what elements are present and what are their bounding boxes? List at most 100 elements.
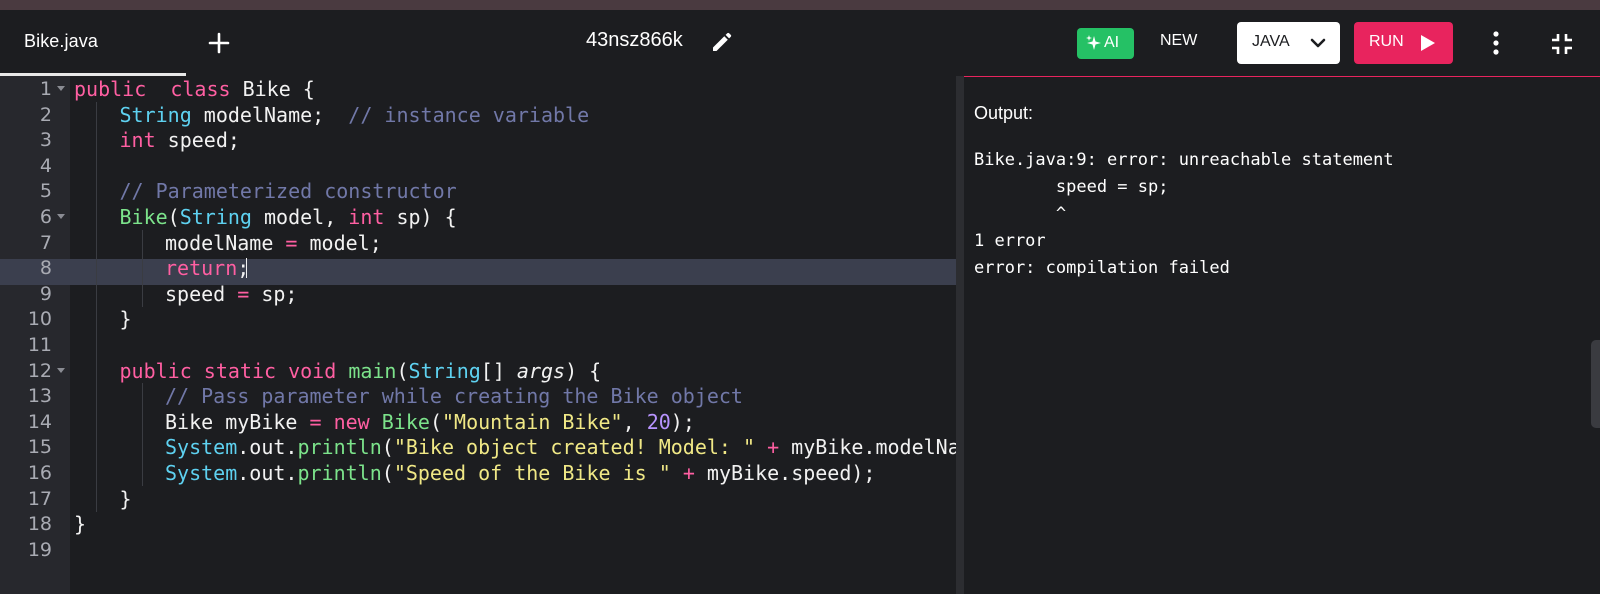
output-line: 1 error xyxy=(974,231,1046,251)
sparkle-icon xyxy=(1086,35,1101,50)
code-token: System xyxy=(165,435,238,460)
code-token: = xyxy=(237,281,250,306)
code-line: 14 Bike myBike = new Bike("Mountain Bike"… xyxy=(0,408,956,435)
code-line: 11 xyxy=(0,332,956,358)
indent-guide xyxy=(96,332,97,358)
indent-guide xyxy=(96,306,97,333)
code-text: System.out.println("Bike object created!… xyxy=(165,434,956,460)
code-token: System xyxy=(165,461,238,485)
window-top-strip xyxy=(0,0,1600,10)
code-line: 19 xyxy=(0,537,956,563)
pencil-icon xyxy=(713,32,732,51)
line-number: 1 xyxy=(39,78,52,100)
code-text: modelName = model; xyxy=(165,230,382,256)
code-token: println xyxy=(297,461,382,485)
tab-bike-java[interactable]: Bike.java xyxy=(0,10,186,76)
code-line: 10} xyxy=(0,306,956,333)
pane-divider[interactable] xyxy=(956,76,964,594)
code-line: 1 public class Bike { xyxy=(0,76,956,102)
fold-toggle-icon[interactable] xyxy=(57,367,65,373)
more-options-button[interactable] xyxy=(1485,30,1507,56)
code-token: modelName xyxy=(165,230,286,255)
run-button-label: RUN xyxy=(1369,33,1404,50)
line-number: 2 xyxy=(39,103,52,126)
line-number: 6 xyxy=(39,206,52,228)
line-number: 8 xyxy=(39,257,52,280)
code-token: sp) { xyxy=(384,205,457,229)
code-token: } xyxy=(74,512,87,537)
edit-filename-button[interactable] xyxy=(710,30,734,54)
code-token: Bike myBike xyxy=(165,409,310,434)
line-number: 15 xyxy=(27,436,52,459)
code-token: modelName; xyxy=(191,102,349,127)
plus-icon xyxy=(208,32,230,54)
indent-guide xyxy=(141,255,143,282)
code-line: 2 String modelName; // instance variable xyxy=(0,101,956,128)
code-token: "Speed of the Bike is " xyxy=(393,461,671,485)
collapse-icon xyxy=(1552,34,1572,54)
line-number: 11 xyxy=(27,334,52,356)
indent-guide xyxy=(96,280,97,307)
code-token: myBike.modelName xyxy=(791,435,956,460)
code-token: String xyxy=(408,358,481,383)
indent-guide xyxy=(96,204,97,230)
code-token: return xyxy=(165,256,238,281)
exit-fullscreen-button[interactable] xyxy=(1550,32,1574,56)
line-number: 9 xyxy=(39,282,52,305)
indent-guide xyxy=(96,434,97,461)
new-button[interactable]: NEW xyxy=(1160,32,1197,50)
indent-guide xyxy=(141,434,143,461)
line-number: 17 xyxy=(27,487,52,510)
line-number: 19 xyxy=(27,538,52,561)
language-select[interactable]: JAVA xyxy=(1237,22,1340,64)
code-token: = xyxy=(285,230,298,255)
code-token: args xyxy=(516,358,566,383)
code-line: 12 public static void main(String[] args)… xyxy=(0,357,956,384)
code-token: public xyxy=(74,77,147,101)
code-token: } xyxy=(119,486,132,511)
indent-guide xyxy=(141,383,143,410)
scrollbar-handle[interactable] xyxy=(1591,340,1600,428)
code-token: Bike xyxy=(119,205,168,229)
ai-button[interactable]: AI xyxy=(1077,28,1134,59)
line-number: 12 xyxy=(27,359,52,382)
indent-guide xyxy=(96,178,97,205)
code-token: + xyxy=(767,435,780,460)
add-tab-button[interactable] xyxy=(204,28,234,58)
output-line: speed = sp; xyxy=(974,177,1169,197)
line-number: 13 xyxy=(27,385,52,408)
code-editor[interactable]: 1 public class Bike { 2 String modelName; /… xyxy=(0,76,956,594)
fold-toggle-icon[interactable] xyxy=(57,214,65,219)
code-text: public class Bike { xyxy=(74,76,315,102)
run-button[interactable]: RUN xyxy=(1354,22,1453,64)
project-filename: 43nsz866k xyxy=(586,29,683,51)
code-token: ; xyxy=(237,256,250,281)
fold-toggle-icon[interactable] xyxy=(57,86,65,91)
indent-guide xyxy=(96,383,97,410)
line-number: 14 xyxy=(27,410,52,433)
code-token: model, xyxy=(251,205,349,229)
indent-guide xyxy=(141,229,143,256)
output-line: Bike.java:9: error: unreachable statemen… xyxy=(974,150,1394,170)
code-line: 6 Bike(String model, int sp) { xyxy=(0,204,956,230)
code-token: ( xyxy=(396,358,409,383)
code-text: } xyxy=(120,486,132,512)
kebab-menu-icon xyxy=(1493,31,1499,55)
code-token: // instance variable xyxy=(348,102,590,127)
play-icon xyxy=(1421,35,1435,51)
code-token: sp; xyxy=(249,281,298,306)
code-token: , xyxy=(622,409,647,434)
code-token: 20 xyxy=(646,409,671,434)
indent-guide xyxy=(96,357,97,384)
code-line: 15 System.out.println("Bike object create… xyxy=(0,434,956,461)
output-text: Bike.java:9: error: unreachable statemen… xyxy=(974,147,1394,282)
code-line: 16 System.out.println("Speed of the Bike … xyxy=(0,460,956,486)
indent-guide xyxy=(141,408,143,435)
code-text: String modelName; // instance variable xyxy=(120,102,590,128)
code-token: [] xyxy=(480,358,517,383)
